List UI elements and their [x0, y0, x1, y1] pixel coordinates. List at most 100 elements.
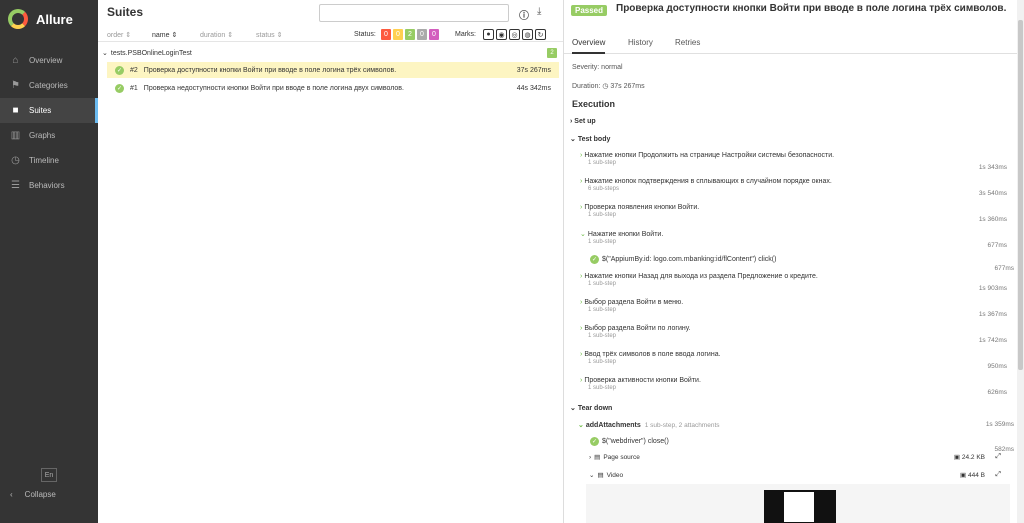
scrollbar[interactable] — [1017, 0, 1024, 523]
step-item[interactable]: › Проверка активности кнопки Войти. 1 sub… — [580, 377, 1010, 396]
step-name: Нажатие кнопки Продолжить на странице На… — [584, 152, 835, 159]
app-name: Allure — [36, 11, 73, 27]
search-input[interactable] — [319, 4, 509, 22]
step-item[interactable]: ⌄ Нажатие кнопки Войти. 1 sub-step 677ms — [580, 230, 1010, 249]
attachment-row[interactable]: › ▤ Page source ▣ 24.2 KB ⤢ — [589, 450, 1009, 464]
sort-label: duration — [200, 32, 226, 39]
brand[interactable]: Allure — [0, 0, 98, 38]
sidebar-item-categories[interactable]: ⚑ Categories — [0, 73, 98, 98]
step-item[interactable]: › Выбор раздела Войти в меню. 1 sub-step … — [580, 299, 1010, 318]
test-body-section[interactable]: ⌄ Test body — [570, 135, 610, 143]
status-badge-broken[interactable]: 0 — [393, 29, 403, 40]
chevron-right-icon: › — [580, 351, 583, 358]
download-icon[interactable]: ⤓ — [537, 6, 541, 17]
test-number: #1 — [130, 84, 138, 92]
add-attachments-step[interactable]: ⌄ addAttachments 1 sub-step, 2 attachmen… — [578, 421, 720, 430]
step-duration: 626ms — [987, 389, 1007, 396]
expand-icon[interactable]: ⤢ — [995, 471, 1001, 479]
step-duration: 1s 903ms — [978, 285, 1007, 292]
passed-icon: ✓ — [590, 255, 599, 264]
step-item[interactable]: › Ввод трёх символов в поле ввода логина.… — [580, 351, 1010, 370]
attachment-name: Video — [606, 471, 624, 479]
tab-history[interactable]: History — [628, 38, 653, 52]
new-broken-mark-icon[interactable]: ◍ — [522, 29, 533, 40]
step-item[interactable]: › Нажатие кнопок подтверждения в сплывающ… — [580, 178, 1010, 197]
sidebar-item-overview[interactable]: ⌂ Overview — [0, 48, 98, 73]
step-substeps: 1 sub-step — [588, 385, 617, 391]
video-frame — [764, 490, 836, 523]
step-name: Нажатие кнопки Войти. — [587, 231, 664, 238]
chevron-right-icon: › — [580, 178, 583, 185]
step-substeps: 1 sub-step — [588, 212, 617, 218]
passed-icon: ✓ — [590, 437, 599, 446]
step-substeps: 1 sub-step — [588, 333, 617, 339]
step-substeps: 1 sub-step — [588, 281, 617, 287]
step-name: Проверка активности кнопки Войти. — [584, 377, 701, 384]
execution-heading: Execution — [572, 99, 616, 109]
collapse-button[interactable]: ‹ Collapse — [10, 490, 56, 499]
scroll-thumb[interactable] — [1018, 20, 1023, 370]
marks-label: Marks: — [455, 31, 476, 38]
substep-item[interactable]: ✓ $("AppiumBy.id: logo.com.mbanking:id/f… — [590, 255, 776, 264]
step-item[interactable]: › Выбор раздела Войти по логину. 1 sub-st… — [580, 325, 1010, 344]
flaky-mark-icon[interactable]: ● — [483, 29, 494, 40]
suite-group[interactable]: ⌄ tests.PSBOnlineLoginTest 2 — [102, 47, 557, 59]
test-row[interactable]: ✓ #1 Проверка недоступности кнопки Войти… — [107, 80, 559, 96]
passed-icon: ✓ — [115, 65, 124, 75]
retries-mark-icon[interactable]: ↻ — [535, 29, 546, 40]
attachment-row[interactable]: ⌄ ▤ Video ▣ 444 B ⤢ — [589, 468, 1009, 482]
sort-duration[interactable]: duration ⇕ — [200, 31, 233, 39]
setup-section[interactable]: › Set up — [570, 118, 596, 125]
test-title: Проверка доступности кнопки Войти при вв… — [616, 3, 1007, 14]
sort-label: name — [152, 32, 170, 39]
sidebar-item-behaviors[interactable]: ☰ Behaviors — [0, 173, 98, 198]
substep-item[interactable]: ✓ $("webdriver") close() — [590, 437, 669, 446]
tear-down-section[interactable]: ⌄ Tear down — [570, 404, 612, 412]
tab-retries[interactable]: Retries — [675, 38, 700, 52]
sidebar-item-label: Timeline — [29, 156, 59, 165]
collapse-label: Collapse — [24, 490, 56, 499]
status-badge-failed[interactable]: 0 — [381, 29, 391, 40]
video-player[interactable] — [586, 484, 1010, 523]
severity: Severity: normal — [572, 64, 623, 71]
tab-overview[interactable]: Overview — [572, 38, 606, 54]
substep-name: $("AppiumBy.id: logo.com.mbanking:id/flC… — [602, 256, 777, 263]
test-name: Проверка недоступности кнопки Войти при … — [143, 84, 404, 92]
chevron-right-icon: › — [589, 453, 592, 461]
info-icon[interactable]: ⓘ — [519, 7, 529, 22]
chevron-down-icon: ⌄ — [578, 422, 584, 429]
language-button[interactable]: En — [41, 468, 57, 482]
file-icon: ▤ — [594, 454, 601, 461]
bar-chart-icon: ▥ — [10, 130, 21, 141]
sort-name[interactable]: name ⇕ — [152, 31, 177, 39]
new-failed-mark-icon[interactable]: ◉ — [496, 29, 507, 40]
sort-status[interactable]: status ⇕ — [256, 31, 283, 39]
step-item[interactable]: › Нажатие кнопки Назад для выхода из разд… — [580, 273, 1010, 292]
sidebar-item-label: Categories — [29, 81, 68, 90]
list-icon: ☰ — [11, 180, 20, 191]
test-detail-pane: Passed Проверка доступности кнопки Войти… — [564, 0, 1024, 523]
chevron-down-icon: ⌄ — [589, 472, 595, 479]
step-duration: 1s 360ms — [978, 216, 1007, 223]
step-item[interactable]: › Нажатие кнопки Продолжить на странице Н… — [580, 152, 1010, 171]
status-badge: Passed — [571, 5, 608, 16]
attachment-size: ▣ 24.2 KB — [954, 453, 985, 461]
step-item[interactable]: › Проверка появления кнопки Войти. 1 sub-… — [580, 204, 1010, 223]
sort-label: status — [256, 32, 275, 39]
suite-group-name: tests.PSBOnlineLoginTest — [110, 49, 192, 57]
save-icon: ▣ — [960, 472, 968, 479]
chevron-down-icon: ⌄ — [570, 136, 576, 143]
expand-icon[interactable]: ⤢ — [995, 453, 1001, 461]
step-name: Выбор раздела Войти в меню. — [584, 299, 684, 306]
sidebar-item-suites[interactable]: ■ Suites — [0, 98, 98, 123]
status-badge-unknown[interactable]: 0 — [429, 29, 439, 40]
status-badge-passed[interactable]: 2 — [405, 29, 415, 40]
pane-title: Suites — [107, 5, 144, 19]
sort-order[interactable]: order ⇕ — [107, 31, 131, 39]
status-badge-skipped[interactable]: 0 — [417, 29, 427, 40]
test-duration: 37s 267ms — [516, 66, 551, 74]
sidebar-item-graphs[interactable]: ▥ Graphs — [0, 123, 98, 148]
new-passed-mark-icon[interactable]: ◎ — [509, 29, 520, 40]
sidebar-item-timeline[interactable]: ◷ Timeline — [0, 148, 98, 173]
test-row[interactable]: ✓ #2 Проверка доступности кнопки Войти п… — [107, 62, 559, 78]
